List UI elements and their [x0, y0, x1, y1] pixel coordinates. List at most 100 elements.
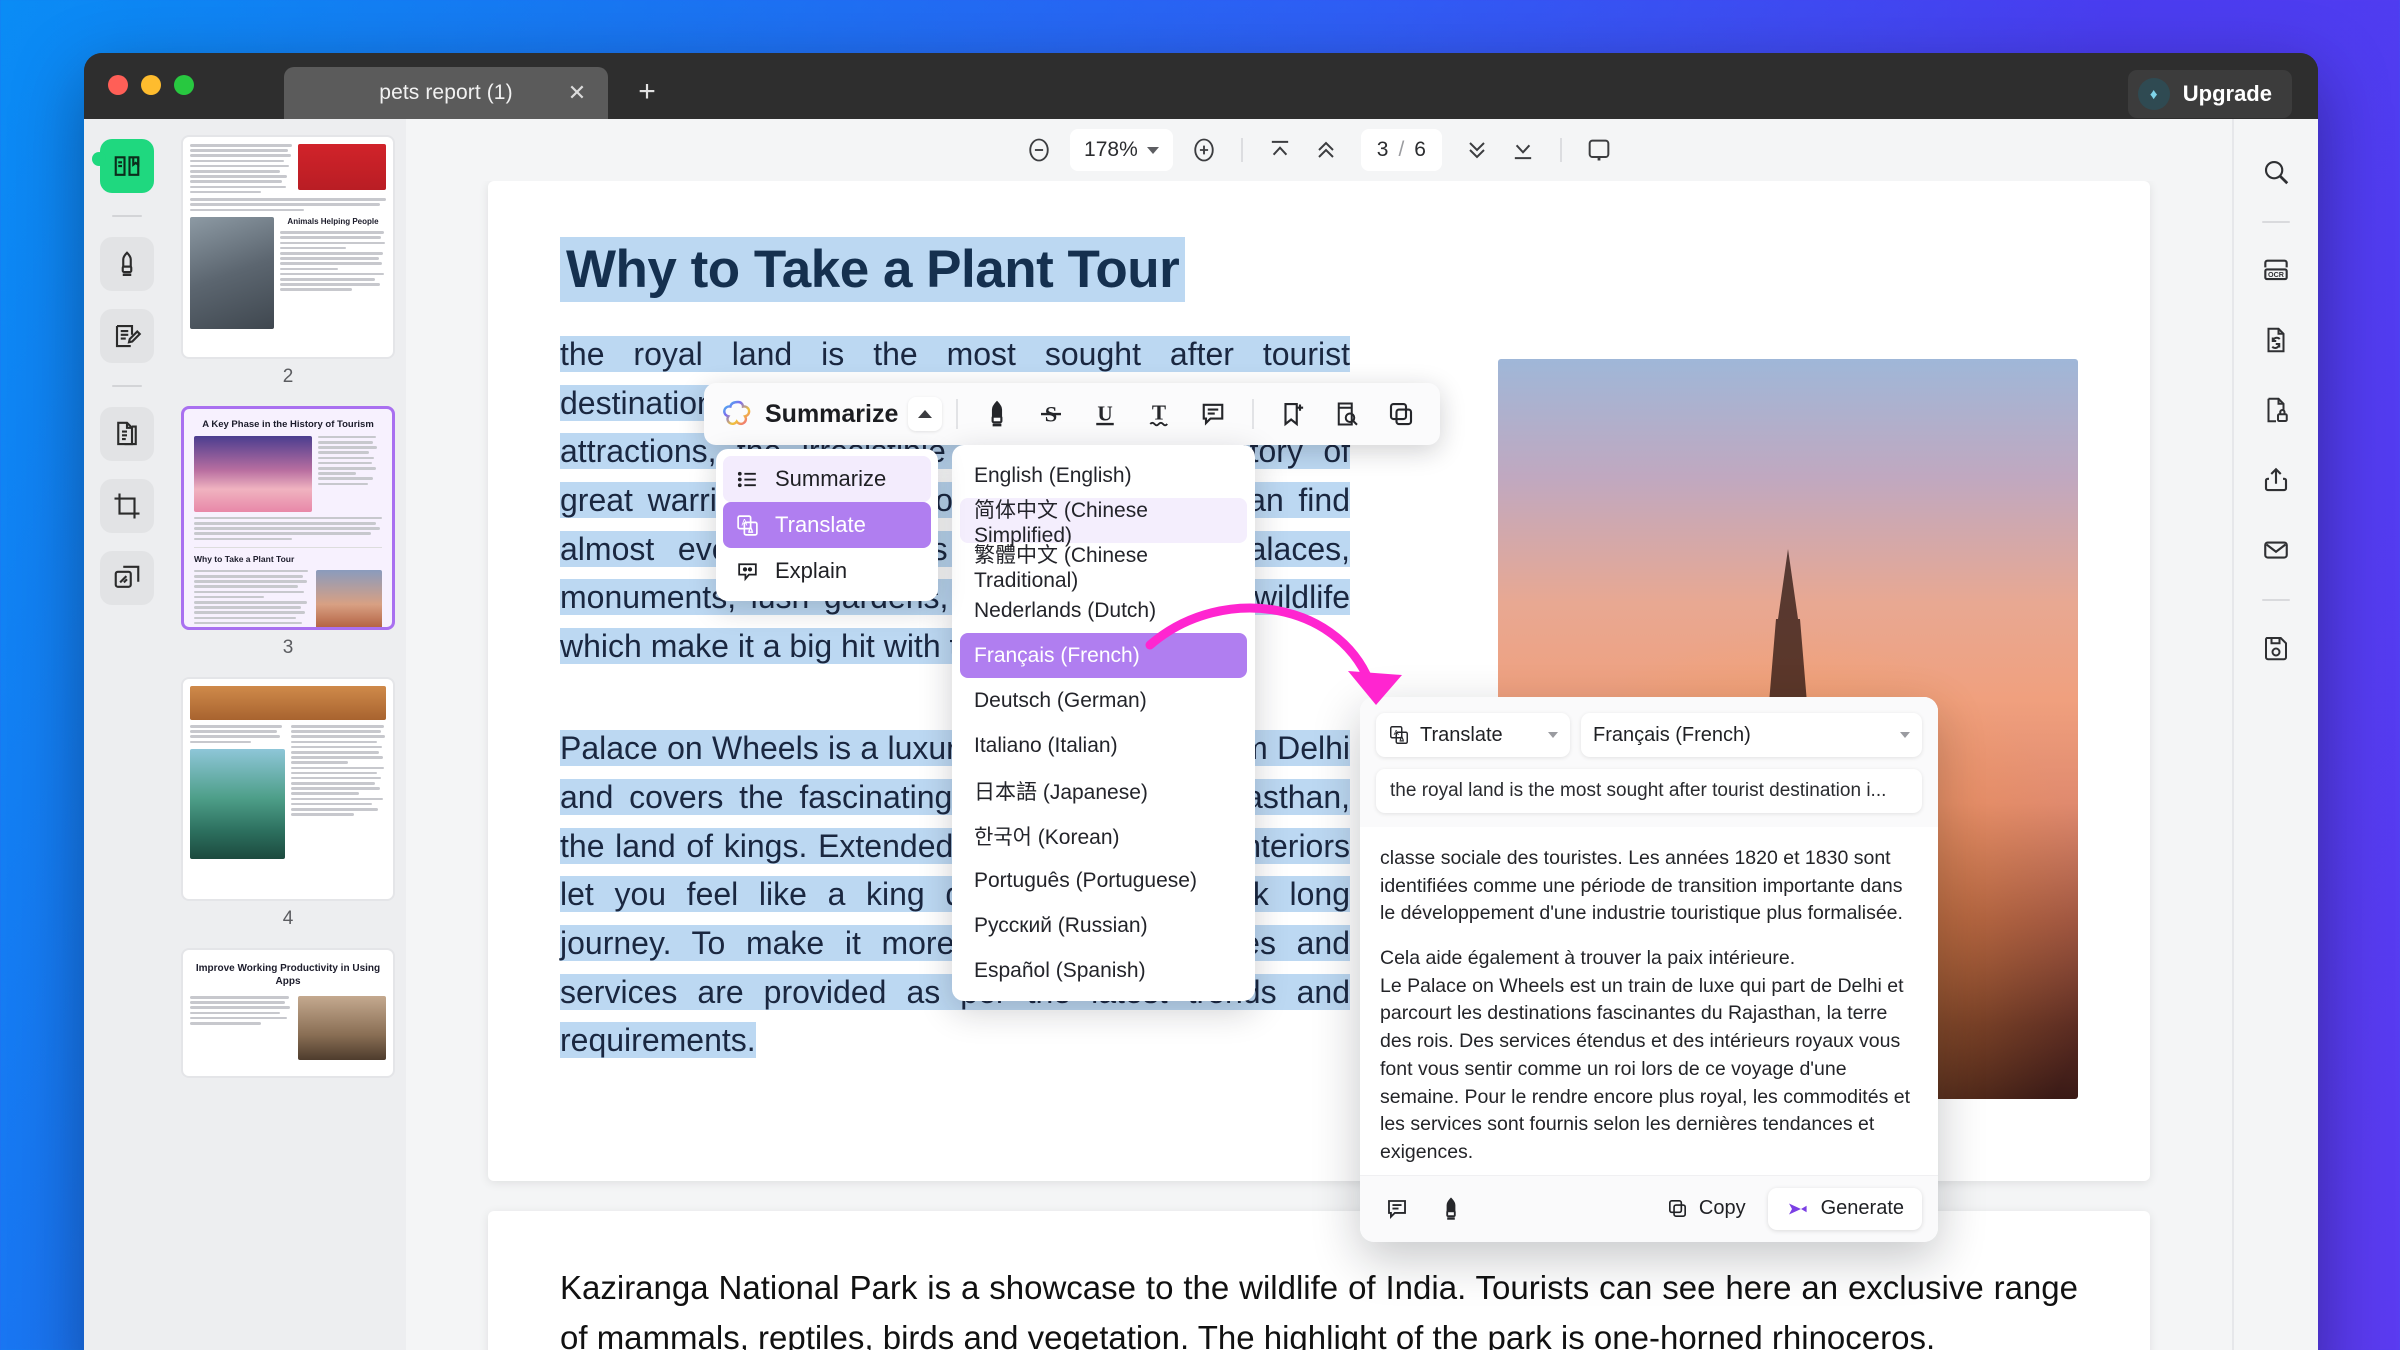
comment-icon [1388, 1199, 1406, 1219]
insert-comment-button[interactable] [1376, 1188, 1418, 1230]
maximize-window-button[interactable] [174, 75, 194, 95]
menu-item-label: Explain [775, 558, 848, 583]
translate-action-label: Translate [1420, 723, 1503, 746]
sidebar-item-reader-mode[interactable] [100, 139, 154, 193]
thumbnail-card[interactable]: Animals Helping People [181, 135, 395, 359]
close-window-button[interactable] [108, 75, 128, 95]
traffic-lights [108, 75, 194, 95]
convert-button[interactable] [2249, 313, 2303, 367]
underline-icon: U [1096, 401, 1115, 425]
email-button[interactable] [2249, 523, 2303, 577]
thumbnail-card-selected[interactable]: A Key Phase in the History of Tourism Wh… [181, 406, 395, 630]
language-option-japanese[interactable]: 日本語 (Japanese) [960, 768, 1247, 813]
thumbnail-page-5[interactable]: Improve Working Productivity in Using Ap… [181, 948, 395, 1078]
protect-button[interactable] [2249, 383, 2303, 437]
squiggly-tool-button[interactable]: T [1134, 389, 1184, 439]
menu-item-summarize[interactable]: Summarize [723, 456, 931, 502]
sidebar-item-compare[interactable] [100, 551, 154, 605]
translate-panel: A Translate Français (French) the royal … [1360, 697, 1938, 1242]
language-option-chinese-simplified[interactable]: 简体中文 (Chinese Simplified) [960, 498, 1247, 547]
thumbnail-card[interactable] [181, 677, 395, 901]
language-option-german[interactable]: Deutsch (German) [960, 678, 1247, 723]
pages-icon [117, 421, 137, 446]
summarize-button[interactable]: Summarize [718, 398, 904, 430]
page-scroll-area[interactable]: Why to Take a Plant Tour the royal land … [406, 181, 2232, 1350]
language-label: English (English) [974, 463, 1132, 487]
search-button[interactable] [2249, 145, 2303, 199]
language-option-korean[interactable]: 한국어 (Korean) [960, 813, 1247, 858]
thumbnail-card[interactable]: Improve Working Productivity in Using Ap… [181, 948, 395, 1078]
thumbnail-page-2[interactable]: Animals Helping People 2 [181, 135, 395, 398]
translate-result: classe sociale des touristes. Les années… [1360, 827, 1938, 1175]
copy-text-button[interactable] [1376, 389, 1426, 439]
translate-source-input[interactable]: the royal land is the most sought after … [1376, 769, 1922, 813]
highlighter-icon [1446, 1197, 1456, 1220]
file-lock-icon [2267, 397, 2288, 423]
menu-item-explain[interactable]: Explain [723, 548, 931, 594]
strikethrough-tool-button[interactable]: S [1026, 389, 1076, 439]
sidebar-item-annotate[interactable] [100, 309, 154, 363]
translate-result-paragraph-2: Cela aide également à trouver la paix in… [1380, 947, 1911, 1163]
view-mode-button[interactable] [1576, 127, 1622, 173]
add-bookmark-button[interactable] [1268, 389, 1318, 439]
tab-pets-report[interactable]: pets report (1) ✕ [284, 67, 608, 119]
language-label: Русский (Russian) [974, 913, 1148, 937]
summarize-dropdown-toggle[interactable] [908, 397, 943, 431]
translate-action-select[interactable]: A Translate [1376, 713, 1570, 757]
language-option-english[interactable]: English (English) [960, 453, 1247, 498]
left-tool-rail [84, 119, 170, 1350]
underline-tool-button[interactable]: U [1080, 389, 1130, 439]
zoom-in-button[interactable] [1181, 127, 1227, 173]
language-option-portuguese[interactable]: Português (Portuguese) [960, 858, 1247, 903]
svg-text:U: U [1098, 401, 1113, 425]
page-number-input[interactable]: 3 / 6 [1360, 129, 1442, 171]
minimize-window-button[interactable] [141, 75, 161, 95]
next-page-button[interactable] [1454, 127, 1500, 173]
language-menu: English (English) 简体中文 (Chinese Simplifi… [952, 445, 1255, 1001]
upgrade-button[interactable]: ♦ Upgrade [2127, 70, 2292, 118]
language-option-russian[interactable]: Русский (Russian) [960, 903, 1247, 948]
language-option-dutch[interactable]: Nederlands (Dutch) [960, 588, 1247, 633]
translate-language-select[interactable]: Français (French) [1581, 713, 1922, 757]
zoom-out-button[interactable] [1016, 127, 1062, 173]
list-icon [737, 471, 756, 487]
sidebar-item-highlighter[interactable] [100, 237, 154, 291]
lookup-button[interactable] [1322, 389, 1372, 439]
sidebar-item-page-organize[interactable] [100, 407, 154, 461]
highlighter-icon [991, 400, 1003, 427]
language-option-spanish[interactable]: Español (Spanish) [960, 948, 1247, 993]
ocr-button[interactable]: OCR [2249, 243, 2303, 297]
thumbnail-page-3[interactable]: A Key Phase in the History of Tourism Wh… [181, 406, 395, 669]
translate-panel-footer: Copy Generate [1360, 1174, 1938, 1242]
sidebar-item-crop[interactable] [100, 479, 154, 533]
close-icon[interactable]: ✕ [564, 80, 590, 106]
copy-button[interactable]: Copy [1656, 1197, 1756, 1220]
save-button[interactable] [2249, 621, 2303, 675]
comment-tool-button[interactable] [1188, 389, 1238, 439]
apply-highlight-button[interactable] [1430, 1188, 1472, 1230]
language-option-italian[interactable]: Italiano (Italian) [960, 723, 1247, 768]
chevron-down-icon [1469, 142, 1485, 159]
plus-icon[interactable]: + [622, 67, 672, 117]
menu-item-translate[interactable]: A Translate [723, 502, 931, 548]
share-button[interactable] [2249, 453, 2303, 507]
ai-toolbar-divider-2 [1252, 399, 1255, 429]
generate-button[interactable]: Generate [1767, 1187, 1922, 1230]
last-page-button[interactable] [1500, 127, 1546, 173]
language-label: Español (Spanish) [974, 958, 1146, 982]
prev-page-button[interactable] [1303, 127, 1349, 173]
status-dot [92, 152, 106, 166]
copy-icon [1668, 1200, 1686, 1218]
translate-language-label: Français (French) [1593, 723, 1751, 746]
svg-text:T: T [1152, 401, 1166, 425]
thumbnail-page-4[interactable]: 4 [181, 677, 395, 940]
highlight-tool-button[interactable] [972, 389, 1022, 439]
language-label: Italiano (Italian) [974, 733, 1118, 757]
language-label: Nederlands (Dutch) [974, 598, 1157, 622]
app-window: pets report (1) ✕ + ♦ Upgrade Animals He… [84, 53, 2318, 1350]
language-option-french[interactable]: Français (French) [960, 633, 1247, 678]
thumbnail-panel[interactable]: Animals Helping People 2 A Key Phase in … [170, 119, 406, 1350]
language-option-chinese-traditional[interactable]: 繁體中文 (Chinese Traditional) [960, 543, 1247, 592]
first-page-button[interactable] [1257, 127, 1303, 173]
zoom-level-selector[interactable]: 178% [1070, 129, 1173, 171]
